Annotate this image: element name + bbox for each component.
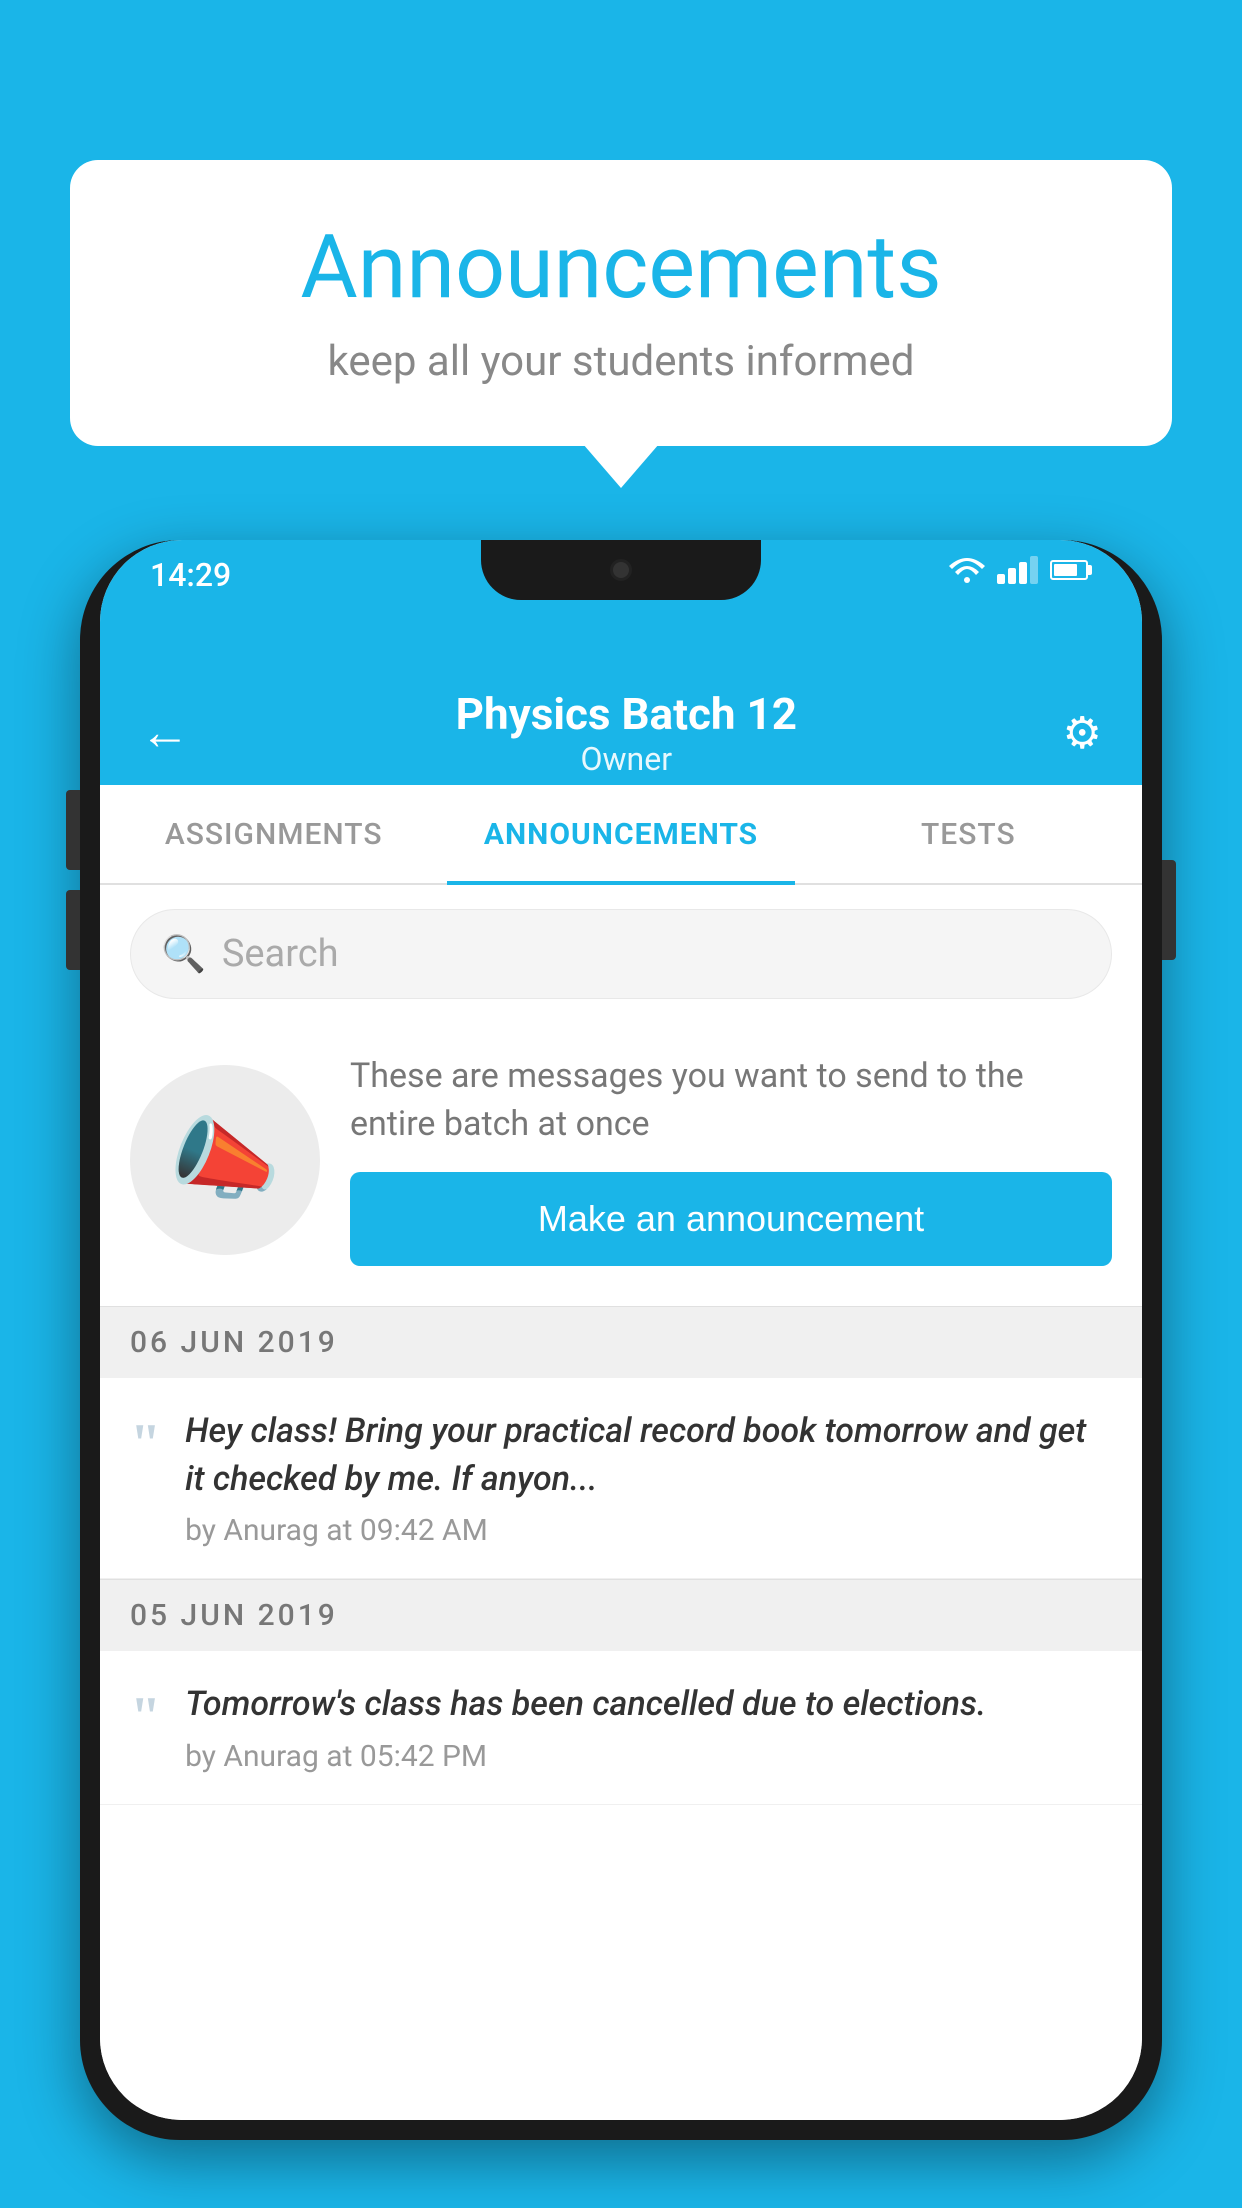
date-divider-1: 06 JUN 2019 [100,1306,1142,1378]
phone-wrapper: 14:29 [80,540,1162,2208]
header-title: Physics Batch 12 [456,688,797,740]
announcement-prompt: 📣 These are messages you want to send to… [100,1023,1142,1306]
header-center: Physics Batch 12 Owner [456,688,797,778]
date-divider-2: 05 JUN 2019 [100,1579,1142,1651]
speech-bubble: Announcements keep all your students inf… [70,160,1172,446]
announcement-text-1: Hey class! Bring your practical record b… [185,1408,1112,1503]
tabs-container: ASSIGNMENTS ANNOUNCEMENTS TESTS [100,785,1142,885]
phone-screen: 14:29 [100,540,1142,2120]
battery-icon [1050,560,1092,580]
camera-dot [610,559,632,581]
megaphone-icon: 📣 [169,1107,281,1212]
volume-up-button [66,790,80,870]
tab-tests[interactable]: TESTS [795,785,1142,883]
make-announcement-button[interactable]: Make an announcement [350,1172,1112,1266]
announcement-item-1: " Hey class! Bring your practical record… [100,1378,1142,1579]
wifi-icon [949,556,985,584]
search-icon: 🔍 [161,933,206,975]
status-time: 14:29 [150,556,231,594]
back-button[interactable]: ← [140,703,190,762]
search-bar[interactable]: 🔍 Search [130,909,1112,999]
announcement-content-1: Hey class! Bring your practical record b… [185,1408,1112,1548]
announcement-right: These are messages you want to send to t… [350,1053,1112,1266]
announcement-content-2: Tomorrow's class has been cancelled due … [185,1681,1112,1774]
app-header: ← Physics Batch 12 Owner ⚙ [100,610,1142,785]
volume-down-button [66,890,80,970]
signal-icon [997,556,1038,584]
tab-assignments[interactable]: ASSIGNMENTS [100,785,447,883]
quote-icon-2: " [130,1689,161,1745]
phone-notch [481,540,761,600]
volume-buttons [66,790,80,970]
bubble-title: Announcements [150,220,1092,317]
announcement-item-2: " Tomorrow's class has been cancelled du… [100,1651,1142,1805]
screen-body: 🔍 Search 📣 These are messages you want t… [100,885,1142,2120]
announcement-description: These are messages you want to send to t… [350,1053,1112,1148]
search-placeholder-text: Search [222,932,339,976]
announcement-text-2: Tomorrow's class has been cancelled due … [185,1681,1112,1729]
bubble-subtitle: keep all your students informed [150,337,1092,386]
settings-button[interactable]: ⚙ [1063,707,1102,759]
announcement-meta-2: by Anurag at 05:42 PM [185,1739,1112,1774]
phone-frame: 14:29 [80,540,1162,2140]
power-button [1162,860,1176,960]
status-icons [949,556,1092,584]
announcement-meta-1: by Anurag at 09:42 AM [185,1513,1112,1548]
tab-announcements[interactable]: ANNOUNCEMENTS [447,785,794,883]
quote-icon-1: " [130,1416,161,1472]
announcement-icon-circle: 📣 [130,1065,320,1255]
header-subtitle: Owner [456,740,797,778]
speech-bubble-section: Announcements keep all your students inf… [70,160,1172,446]
search-container: 🔍 Search [100,885,1142,1023]
